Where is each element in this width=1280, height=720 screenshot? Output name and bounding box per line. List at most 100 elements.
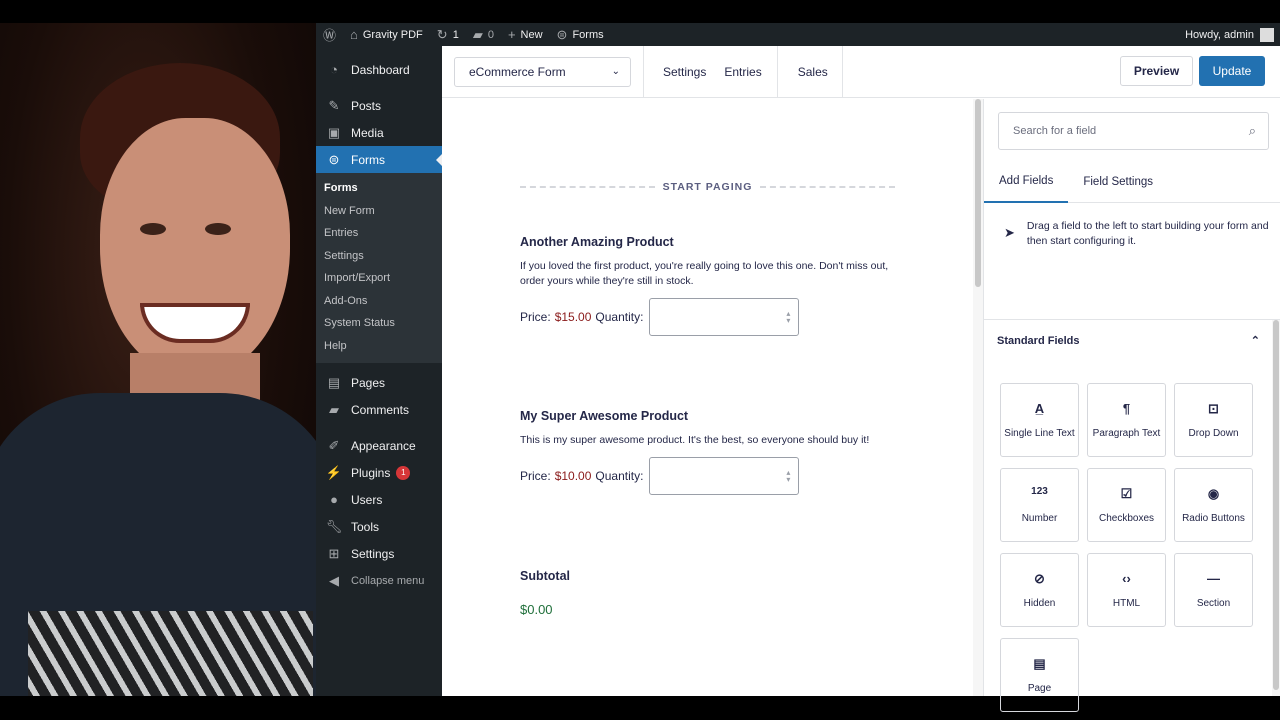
screen: Ⓦ ⌂ Gravity PDF ↻ 1 ▰ 0 + New ⊜ Forms Howdy, … xyxy=(0,0,1280,720)
comment-icon: ▰ xyxy=(329,401,339,417)
field-page[interactable]: ▤ Page xyxy=(1000,638,1079,712)
form-name: eCommerce Form xyxy=(469,64,566,79)
sidebar-item-plugins[interactable]: ⚡ Plugins 1 xyxy=(316,459,442,486)
updates-link[interactable]: ↻ 1 xyxy=(430,23,466,46)
forms-link[interactable]: ⊜ Forms xyxy=(550,23,611,46)
sidebar-item-label: Posts xyxy=(351,98,382,113)
toolbar-link-sales[interactable]: Sales xyxy=(789,65,837,79)
field-paragraph-text[interactable]: ¶ Paragraph Text xyxy=(1087,383,1166,457)
sidebar-item-dashboard[interactable]: ◔ Dashboard xyxy=(316,56,442,83)
webcam-eye-right xyxy=(205,223,231,235)
site-name: Gravity PDF xyxy=(362,28,423,41)
product-price-row: Price: $15.00 Quantity: ▴ ▾ xyxy=(520,298,800,336)
collapse-menu-button[interactable]: ◀ Collapse menu xyxy=(316,567,442,594)
field-label: Page xyxy=(1027,683,1052,694)
home-icon: ⌂ xyxy=(350,27,358,42)
sidebar-item-forms[interactable]: ⊜ Forms xyxy=(316,146,442,173)
field-single-line-text[interactable]: A̲ Single Line Text xyxy=(1000,383,1079,457)
site-name-link[interactable]: ⌂ Gravity PDF xyxy=(343,23,430,46)
submenu-item-import-export[interactable]: Import/Export xyxy=(316,267,442,290)
form-switcher-dropdown[interactable]: eCommerce Form ⌄ xyxy=(454,56,631,87)
product-description: If you loved the first product, you're r… xyxy=(520,260,889,287)
spinner-icon: ▴ ▾ xyxy=(786,309,791,325)
quantity-input[interactable]: ▴ ▾ xyxy=(649,457,800,495)
sidebar-item-label: Forms xyxy=(351,152,385,167)
standard-fields-grid: A̲ Single Line Text ¶ Paragraph Text ⊡ Drop… xyxy=(1000,383,1260,712)
standard-fields-header[interactable]: Standard Fields ⌃ xyxy=(984,319,1280,361)
pin-icon: ✎ xyxy=(328,97,340,113)
tab-field-settings[interactable]: Field Settings xyxy=(1068,161,1168,203)
field-radio-buttons[interactable]: ◉ Radio Buttons xyxy=(1174,468,1253,542)
checkbox-icon: ☑ xyxy=(1120,486,1133,501)
eye-off-icon: ⊘ xyxy=(1034,571,1045,586)
submenu-item-help[interactable]: Help xyxy=(316,335,442,358)
price-label: Price: xyxy=(520,469,551,483)
field-search-input[interactable]: Search for a field ⌕ xyxy=(998,112,1269,150)
field-label: Section xyxy=(1196,598,1231,609)
new-content-link[interactable]: + New xyxy=(501,23,550,46)
sidebar-item-label: Pages xyxy=(351,375,386,390)
panel-scrollbar-thumb[interactable] xyxy=(1273,320,1279,690)
webcam-eye-left xyxy=(140,223,166,235)
single-line-text-icon: A̲ xyxy=(1034,401,1045,416)
canvas-scrollbar-thumb[interactable] xyxy=(975,99,981,287)
chevron-down-icon: ⌄ xyxy=(611,66,620,77)
submenu-item-system-status[interactable]: System Status xyxy=(316,312,442,335)
subtotal-value: $0.00 xyxy=(520,602,553,617)
preview-button[interactable]: Preview xyxy=(1120,56,1193,86)
sidebar-item-appearance[interactable]: ✐ Appearance xyxy=(316,432,442,459)
sidebar-item-comments[interactable]: ▰ Comments xyxy=(316,396,442,423)
toolbar-link-entries[interactable]: Entries xyxy=(715,65,770,79)
forms-submenu: Forms New Form Entries Settings Import/E… xyxy=(316,173,442,363)
wordpress-logo-button[interactable]: Ⓦ xyxy=(316,23,343,46)
avatar xyxy=(1260,27,1274,42)
chevron-up-icon: ⌃ xyxy=(1250,335,1260,347)
form-editor: eCommerce Form ⌄ Settings Entries Sales … xyxy=(442,45,1280,712)
media-icon: ▣ xyxy=(327,124,341,140)
sidebar-item-tools[interactable]: 🔧︎ Tools xyxy=(316,513,442,540)
comments-link[interactable]: ▰ 0 xyxy=(466,23,501,46)
wrench-icon: 🔧︎ xyxy=(325,518,343,534)
field-checkboxes[interactable]: ☑ Checkboxes xyxy=(1087,468,1166,542)
sidebar-item-settings[interactable]: ⊞ Settings xyxy=(316,540,442,567)
hint-text: Drag a field to the left to start buildi… xyxy=(1026,220,1269,247)
price-value: $15.00 xyxy=(554,310,592,324)
number-icon: 123 xyxy=(1031,486,1048,497)
page-icon: ▤ xyxy=(1033,656,1046,671)
product-title: My Super Awesome Product xyxy=(520,409,689,423)
account-menu[interactable]: Howdy, admin xyxy=(1185,27,1280,42)
field-section[interactable]: — Section xyxy=(1174,553,1253,627)
submenu-item-settings[interactable]: Settings xyxy=(316,245,442,268)
submenu-item-entries[interactable]: Entries xyxy=(316,222,442,245)
field-html[interactable]: ‹› HTML xyxy=(1087,553,1166,627)
paging-label: START PAGING xyxy=(662,181,753,193)
canvas-scrollbar[interactable] xyxy=(973,99,983,696)
sidebar-item-label: Settings xyxy=(351,546,395,561)
sidebar-item-media[interactable]: ▣ Media xyxy=(316,119,442,146)
panel-scrollbar[interactable] xyxy=(1272,320,1280,696)
sidebar-item-users[interactable]: ● Users xyxy=(316,486,442,513)
toolbar-divider xyxy=(643,45,644,98)
update-button[interactable]: Update xyxy=(1199,56,1265,86)
field-number[interactable]: 123 Number xyxy=(1000,468,1079,542)
submenu-item-new-form[interactable]: New Form xyxy=(316,200,442,223)
brush-icon: ✐ xyxy=(328,437,340,453)
field-hidden[interactable]: ⊘ Hidden xyxy=(1000,553,1079,627)
submenu-item-forms[interactable]: Forms xyxy=(316,177,442,200)
quantity-input[interactable]: ▴ ▾ xyxy=(649,298,800,336)
toolbar-link-settings[interactable]: Settings xyxy=(654,65,715,79)
field-label: Single Line Text xyxy=(1004,428,1075,439)
sidebar-item-posts[interactable]: ✎ Posts xyxy=(316,92,442,119)
start-paging-divider[interactable]: START PAGING xyxy=(520,181,895,193)
tab-add-fields[interactable]: Add Fields xyxy=(984,161,1069,203)
product-title: Another Amazing Product xyxy=(520,235,674,249)
price-value: $10.00 xyxy=(554,469,592,483)
field-drop-down[interactable]: ⊡ Drop Down xyxy=(1174,383,1253,457)
greeting: Howdy, admin xyxy=(1185,28,1254,41)
sidebar-item-pages[interactable]: ▤ Pages xyxy=(316,369,442,396)
product-description: This is my super awesome product. It's t… xyxy=(520,434,870,446)
pages-icon: ▤ xyxy=(327,374,341,390)
sidebar-item-label: Tools xyxy=(351,519,380,534)
submenu-item-add-ons[interactable]: Add-Ons xyxy=(316,290,442,313)
collapse-menu-label: Collapse menu xyxy=(351,574,425,587)
